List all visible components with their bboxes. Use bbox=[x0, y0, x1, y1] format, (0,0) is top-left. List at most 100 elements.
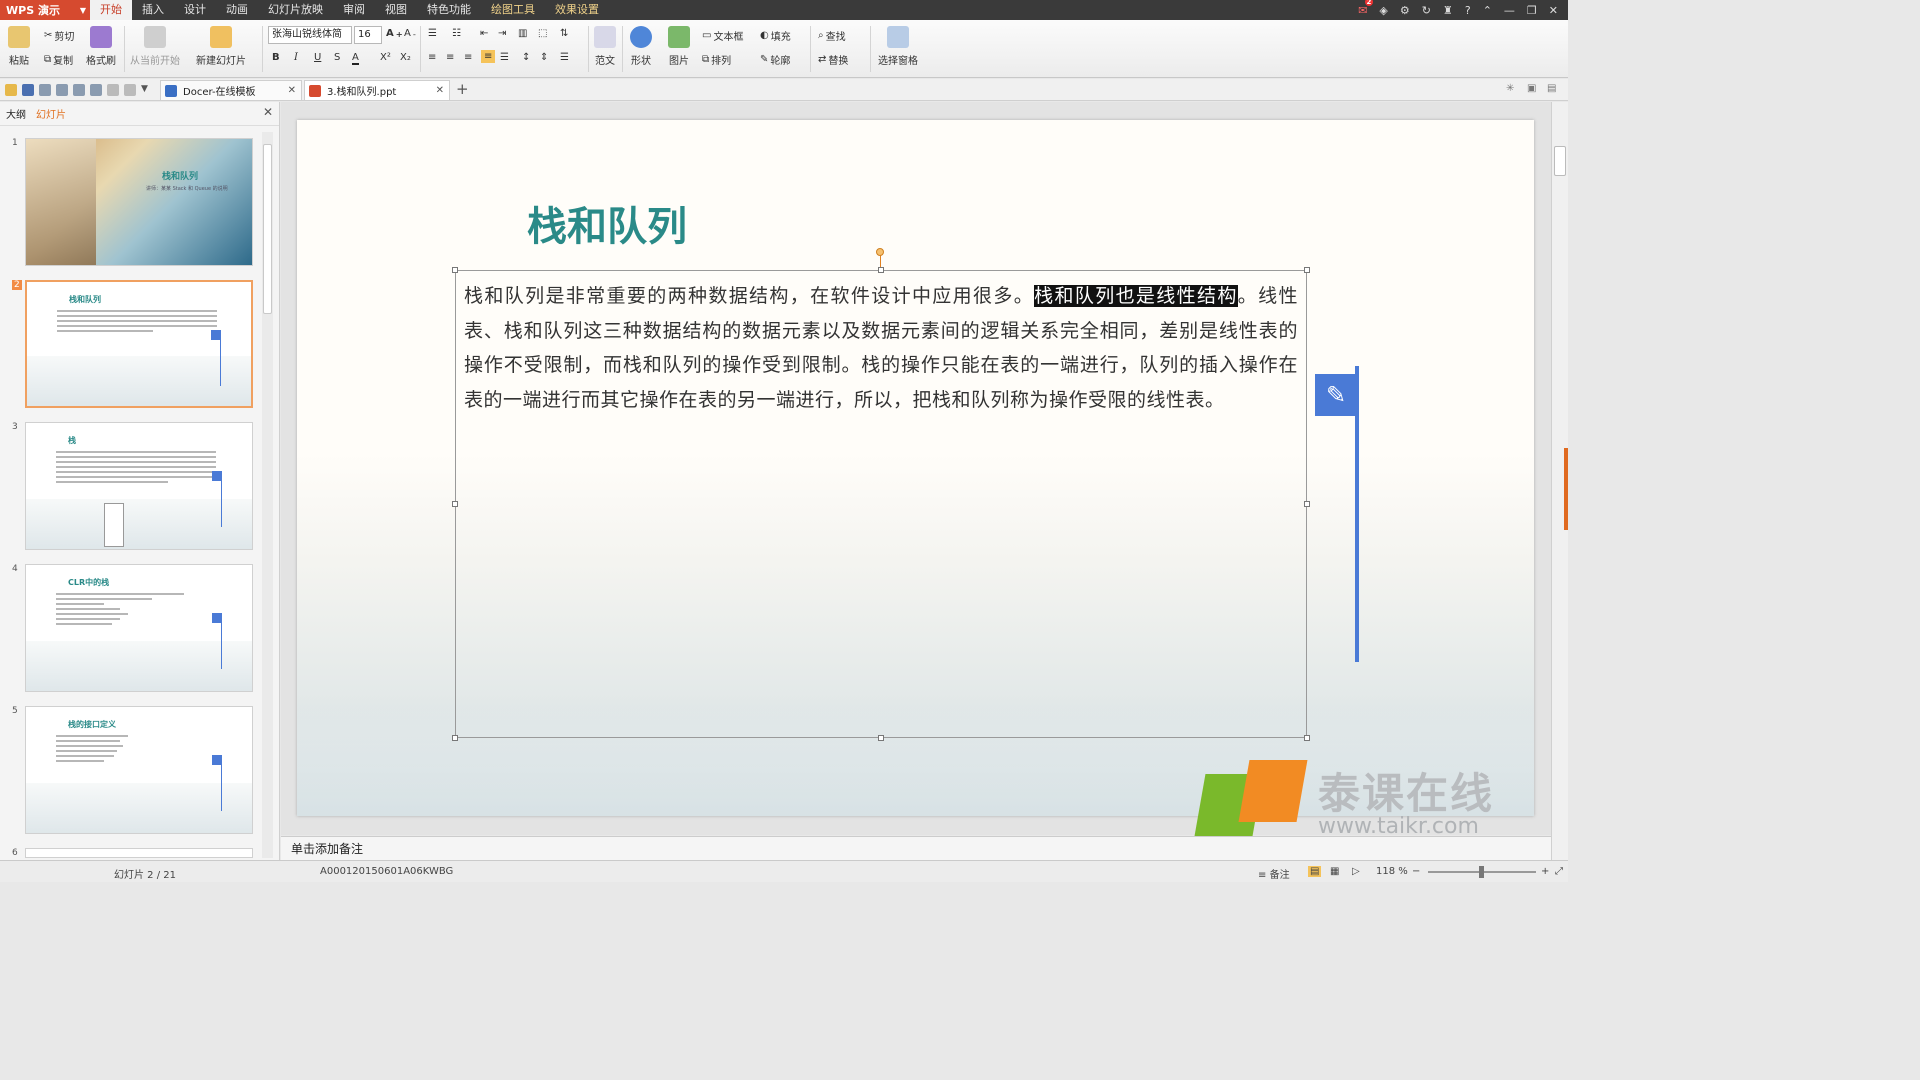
resize-handle[interactable] bbox=[452, 501, 458, 507]
message-icon[interactable]: ✉ 2 bbox=[1358, 0, 1374, 17]
menu-drawing-tools[interactable]: 绘图工具 bbox=[481, 0, 545, 20]
menu-design[interactable]: 设计 bbox=[174, 0, 216, 20]
tab-document[interactable]: 3.栈和队列.ppt ✕ bbox=[304, 80, 450, 100]
from-current-button[interactable]: 从当前开始 bbox=[130, 26, 180, 67]
rotation-handle[interactable] bbox=[876, 248, 884, 256]
side-tab[interactable] bbox=[1564, 448, 1568, 530]
skin-icon[interactable]: ◈ bbox=[1379, 4, 1387, 17]
slide-thumb-1[interactable]: 栈和队列 讲师：某某 Stack 和 Queue 的说明 bbox=[25, 138, 253, 266]
scroll-thumb[interactable] bbox=[263, 144, 272, 314]
scroll-thumb[interactable] bbox=[1554, 146, 1566, 176]
new-slide-button[interactable]: 新建幻灯片 bbox=[196, 26, 246, 67]
resize-handle[interactable] bbox=[452, 735, 458, 741]
font-color-button[interactable]: A bbox=[352, 52, 359, 65]
menu-review[interactable]: 审阅 bbox=[333, 0, 375, 20]
normal-view-button[interactable]: ▤ bbox=[1308, 866, 1322, 877]
pin-icon[interactable]: ✳ bbox=[1506, 83, 1514, 94]
selection-pane-button[interactable]: 选择窗格 bbox=[878, 26, 918, 67]
save-icon[interactable] bbox=[22, 83, 34, 96]
superscript-button[interactable]: X² bbox=[380, 52, 391, 63]
menu-effects[interactable]: 效果设置 bbox=[545, 0, 609, 20]
align-left-button[interactable]: ≡ bbox=[428, 52, 436, 63]
zoom-slider-thumb[interactable] bbox=[1478, 866, 1484, 878]
resize-handle[interactable] bbox=[1304, 735, 1310, 741]
resize-handle[interactable] bbox=[1304, 267, 1310, 273]
underline-button[interactable]: U bbox=[314, 52, 321, 63]
slide-thumb-6[interactable] bbox=[25, 848, 253, 858]
decrease-indent-button[interactable]: ⇤ bbox=[480, 28, 488, 39]
menu-special[interactable]: 特色功能 bbox=[417, 0, 481, 20]
close-icon[interactable]: ✕ bbox=[288, 85, 296, 96]
app-menu-button[interactable]: WPS 演示 ▼ bbox=[0, 0, 90, 20]
settings-icon[interactable]: ⚙ bbox=[1400, 4, 1410, 17]
restore-icon[interactable]: ❐ bbox=[1527, 4, 1537, 17]
current-slide[interactable]: 栈和队列 栈和队列是非常重要的两种数据结构，在软件设计中应用很多。栈和队列也是线… bbox=[297, 120, 1534, 816]
close-icon[interactable]: ✕ bbox=[263, 105, 273, 119]
fit-window-button[interactable]: ⤢ bbox=[1555, 866, 1563, 877]
distribute-button[interactable]: ☰ bbox=[500, 52, 509, 63]
subscript-button[interactable]: X₂ bbox=[400, 52, 411, 63]
minimize-icon[interactable]: — bbox=[1504, 4, 1515, 17]
tab-menu-icon[interactable]: ▤ bbox=[1547, 83, 1556, 94]
open-icon[interactable] bbox=[5, 83, 17, 96]
font-family-select[interactable]: 张海山锐线体简 bbox=[268, 26, 352, 44]
resize-handle[interactable] bbox=[452, 267, 458, 273]
zoom-out-button[interactable]: − bbox=[1412, 866, 1420, 877]
shirt-icon[interactable]: ♜ bbox=[1443, 4, 1453, 17]
resize-handle[interactable] bbox=[1304, 501, 1310, 507]
copy-button[interactable]: ⧉ 复制 bbox=[44, 52, 73, 67]
picture-button[interactable]: 图片 bbox=[668, 26, 690, 67]
close-icon[interactable]: ✕ bbox=[1549, 4, 1558, 17]
tab-outline[interactable]: 大纲 bbox=[6, 106, 26, 121]
sync-icon[interactable]: ↻ bbox=[1422, 4, 1431, 17]
redo-icon[interactable] bbox=[124, 83, 136, 96]
italic-button[interactable]: I bbox=[294, 52, 298, 63]
font-size-select[interactable]: 16 bbox=[354, 26, 382, 44]
format-painter-button[interactable]: 格式刷 bbox=[86, 26, 116, 67]
align-right-button[interactable]: ≡ bbox=[464, 52, 472, 63]
line-spacing-button[interactable]: ↕ bbox=[522, 52, 530, 63]
body-textbox[interactable]: 栈和队列是非常重要的两种数据结构，在软件设计中应用很多。栈和队列也是线性结构。线… bbox=[452, 267, 1310, 741]
export-icon[interactable] bbox=[39, 83, 51, 96]
columns-button[interactable]: ▥ bbox=[518, 28, 527, 39]
resize-handle[interactable] bbox=[878, 267, 884, 273]
slide-thumb-2[interactable]: 栈和队列 bbox=[25, 280, 253, 408]
increase-indent-button[interactable]: ⇥ bbox=[498, 28, 506, 39]
tab-docer[interactable]: Docer-在线模板 ✕ bbox=[160, 80, 302, 100]
justify-button[interactable]: ≡ bbox=[481, 50, 496, 63]
sample-button[interactable]: 范文 bbox=[594, 26, 616, 67]
slide-thumb-5[interactable]: 栈的接口定义 bbox=[25, 706, 253, 834]
slide-thumb-3[interactable]: 栈 bbox=[25, 422, 253, 550]
tab-slides[interactable]: 幻灯片 bbox=[36, 106, 66, 121]
numbering-button[interactable]: ☷ bbox=[452, 28, 461, 39]
close-icon[interactable]: ✕ bbox=[436, 85, 444, 96]
new-tab-icon[interactable]: + bbox=[456, 80, 469, 98]
menu-slideshow[interactable]: 幻灯片放映 bbox=[258, 0, 333, 20]
slide-thumb-4[interactable]: CLR中的栈 bbox=[25, 564, 253, 692]
notes-toggle[interactable]: ≡ 备注 bbox=[1258, 866, 1290, 881]
chevron-down-icon[interactable]: ▼ bbox=[141, 84, 153, 96]
replace-button[interactable]: ⇄ 替换 bbox=[818, 52, 848, 67]
print-preview-icon[interactable] bbox=[73, 83, 85, 96]
grow-font-button[interactable]: A + bbox=[386, 28, 403, 39]
slide-title[interactable]: 栈和队列 bbox=[527, 194, 687, 252]
shape-button[interactable]: 形状 bbox=[630, 26, 652, 67]
text-direction-button[interactable]: ⬚ bbox=[538, 28, 547, 39]
vertical-scrollbar[interactable] bbox=[1551, 102, 1568, 860]
undo-icon[interactable] bbox=[107, 83, 119, 96]
cut-button[interactable]: ✂ 剪切 bbox=[44, 28, 74, 43]
bold-button[interactable]: B bbox=[272, 52, 280, 63]
collapse-ribbon-icon[interactable]: ⌃ bbox=[1483, 4, 1492, 17]
help-icon[interactable]: ? bbox=[1465, 4, 1471, 17]
find-button[interactable]: ⌕ 查找 bbox=[818, 28, 846, 43]
sort-button[interactable]: ⇅ bbox=[560, 28, 568, 39]
thumbnail-scrollbar[interactable] bbox=[262, 132, 273, 858]
strike-button[interactable]: S bbox=[334, 52, 340, 63]
paragraph-spacing-button[interactable]: ⇕ bbox=[540, 52, 548, 63]
outline-button[interactable]: ✎ 轮廓 bbox=[760, 52, 790, 67]
pdf-icon[interactable] bbox=[90, 83, 102, 96]
window-list-icon[interactable]: ▣ bbox=[1527, 83, 1536, 94]
menu-home[interactable]: 开始 bbox=[90, 0, 132, 20]
body-text[interactable]: 栈和队列是非常重要的两种数据结构，在软件设计中应用很多。栈和队列也是线性结构。线… bbox=[464, 279, 1298, 417]
bullets-button[interactable]: ☰ bbox=[428, 28, 437, 39]
